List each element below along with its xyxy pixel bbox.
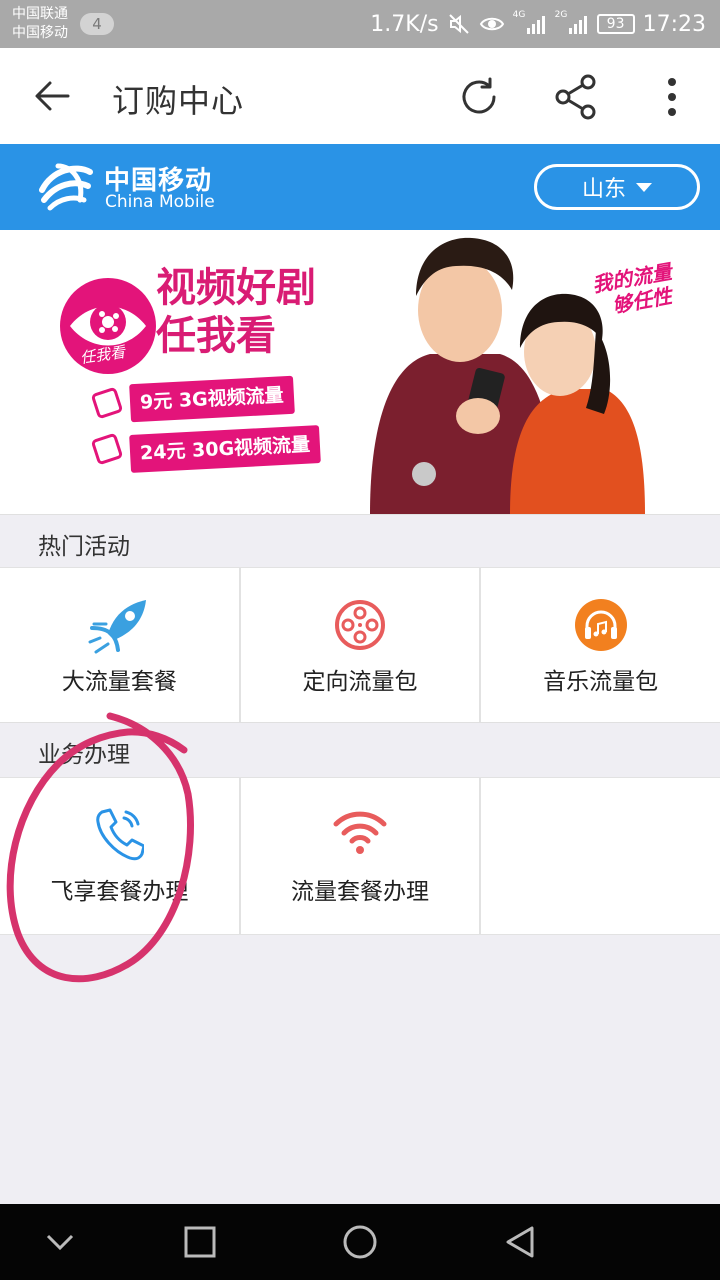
offer-tag-1: 9元 3G视频流量 <box>129 375 295 423</box>
recent-apps-icon[interactable] <box>182 1224 218 1260</box>
grid-item-music-data[interactable]: 音乐流量包 <box>481 568 720 722</box>
banner-people-illustration <box>370 237 645 514</box>
caret-down-icon <box>636 182 652 192</box>
chevron-down-icon[interactable] <box>44 1224 76 1260</box>
clock: 17:23 <box>642 11 706 37</box>
grid-item-empty <box>481 778 720 934</box>
section-header-business: 业务办理 <box>0 722 720 776</box>
section-title: 业务办理 <box>38 742 130 768</box>
grid-item-feixiang-plan[interactable]: 飞享套餐办理 <box>0 778 239 934</box>
share-icon[interactable] <box>554 74 598 120</box>
headphones-icon <box>574 599 627 651</box>
page-title: 订购中心 <box>112 82 245 120</box>
more-options-icon[interactable] <box>658 74 686 120</box>
region-selector[interactable]: 山东 <box>534 164 700 210</box>
brand-bar: 中国移动 China Mobile 山东 <box>0 144 720 230</box>
carousel-indicator[interactable] <box>412 462 436 486</box>
carrier-2: 中国移动 <box>12 25 68 41</box>
signal-1-icon: 4G <box>513 10 547 36</box>
section-header-hot: 热门活动 <box>0 514 720 568</box>
banner-headline: 视频好剧 任我看 <box>156 264 316 360</box>
signal-2-icon: 2G <box>555 10 589 36</box>
brand-name-en: China Mobile <box>105 192 215 212</box>
mute-icon <box>448 14 469 34</box>
back-arrow-icon[interactable] <box>30 76 74 116</box>
phone-icon <box>90 386 124 420</box>
grid-item-targeted-data[interactable]: 定向流量包 <box>240 568 480 722</box>
status-indicators: 1.7K/s 4G 2G 93 17:23 <box>370 0 706 48</box>
title-bar: 订购中心 <box>0 48 720 144</box>
battery-icon: 93 <box>596 14 635 34</box>
grid-item-label: 定向流量包 <box>302 669 418 695</box>
back-triangle-icon[interactable] <box>502 1224 538 1260</box>
rocket-icon <box>88 600 147 654</box>
grid-item-label: 流量套餐办理 <box>291 879 429 905</box>
phone-call-icon <box>96 808 145 861</box>
carrier-1: 中国联通 <box>12 6 68 22</box>
home-icon[interactable] <box>340 1224 380 1264</box>
china-mobile-logo-icon <box>39 163 93 211</box>
carrier-labels: 中国联通 中国移动 <box>12 5 68 43</box>
system-nav-bar <box>0 1204 720 1280</box>
grid-item-label: 大流量套餐 <box>61 669 177 695</box>
grid-item-data-plan[interactable]: 流量套餐办理 <box>240 778 480 934</box>
region-label: 山东 <box>581 177 626 202</box>
network-speed: 1.7K/s <box>370 11 439 37</box>
banner-headline-line-2: 任我看 <box>156 313 276 359</box>
film-reel-icon <box>335 600 385 650</box>
banner-headline-line-1: 视频好剧 <box>156 265 316 311</box>
status-bar: 中国联通 中国移动 4 1.7K/s 4G 2G 93 17:23 <box>0 0 720 48</box>
promo-banner[interactable]: 任我看 视频好剧 任我看 9元 3G视频流量 24元 30G视频流量 我的流量 … <box>0 230 720 514</box>
grid-item-label: 音乐流量包 <box>543 669 659 695</box>
grid-item-big-data-plan[interactable]: 大流量套餐 <box>0 568 239 722</box>
eye-icon <box>479 17 504 31</box>
hot-activities-grid: 大流量套餐 定向流量包 音乐流量包 <box>0 567 720 723</box>
offer-tag-2: 24元 30G视频流量 <box>129 425 321 473</box>
refresh-icon[interactable] <box>456 74 502 120</box>
wifi-icon <box>333 811 387 854</box>
business-grid: 飞享套餐办理 流量套餐办理 <box>0 777 720 935</box>
grid-item-label: 飞享套餐办理 <box>50 879 189 905</box>
notification-badge: 4 <box>80 13 114 35</box>
phone-icon <box>90 432 124 466</box>
section-title: 热门活动 <box>38 534 130 560</box>
